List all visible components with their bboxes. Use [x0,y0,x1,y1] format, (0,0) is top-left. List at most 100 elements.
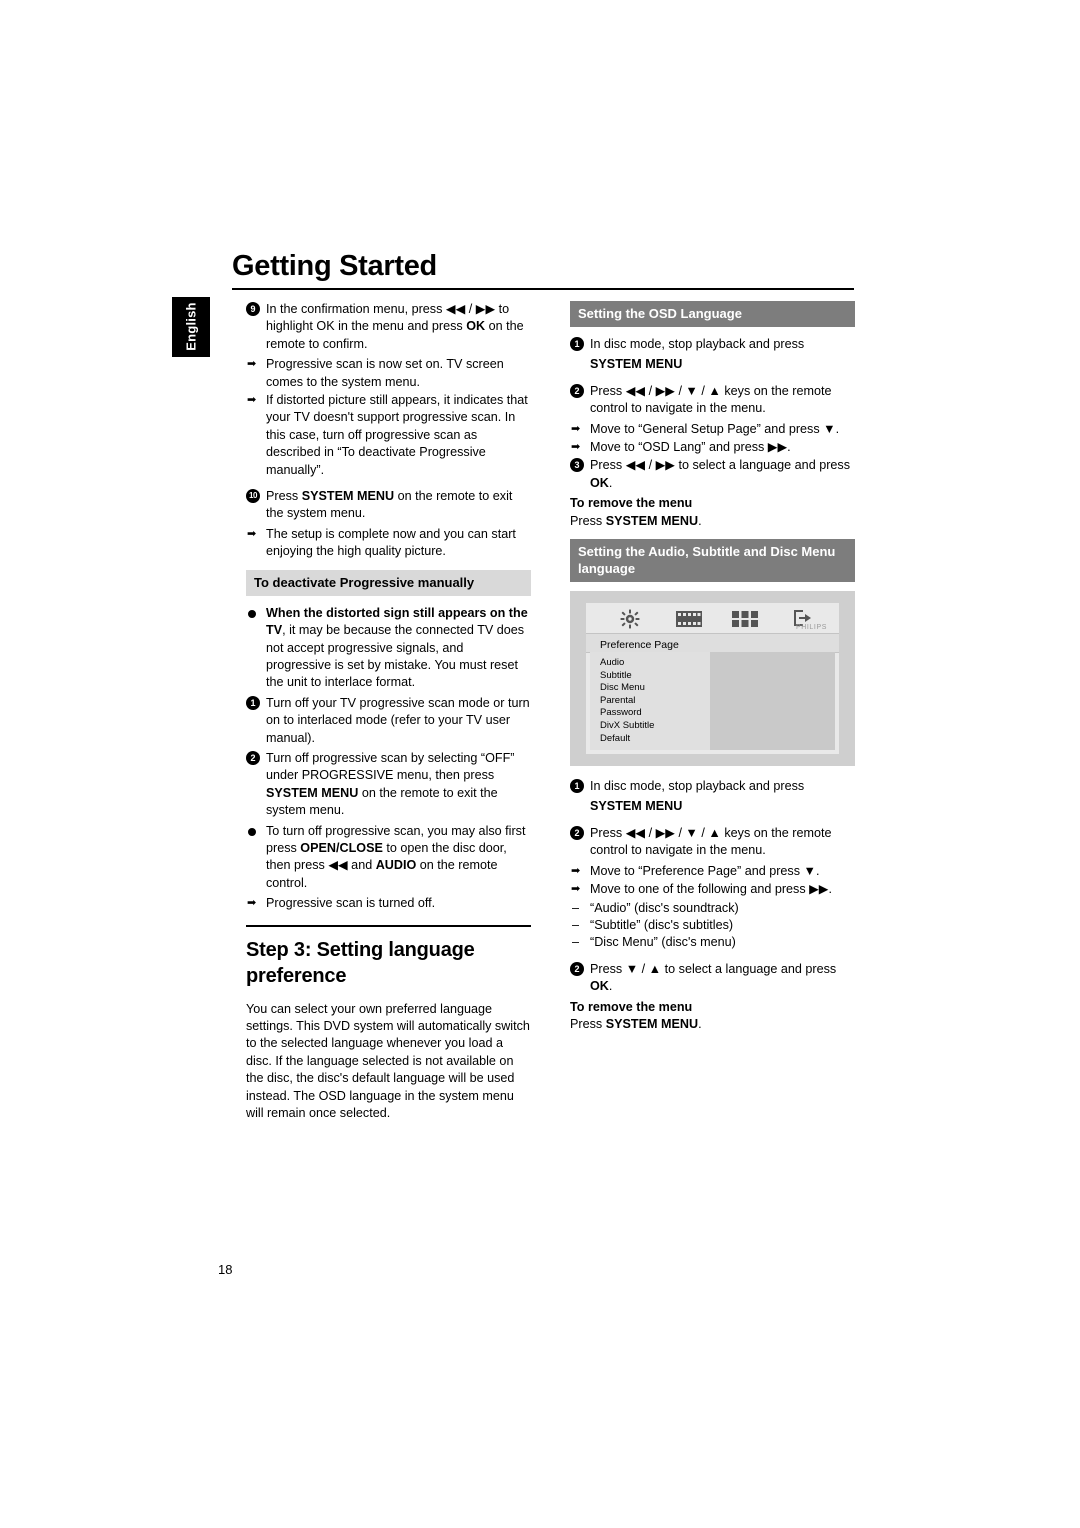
osd-note2-b: . [787,440,791,455]
arrow-icon: ➡ [247,897,257,910]
system-menu-key-label: SYSTEM MENU [301,489,395,504]
step-9-number: 9 [246,302,260,316]
audio-note1-b: . [815,863,820,878]
remove-menu-heading-2: To remove the menu [570,999,693,1014]
tv-icon-row: PHILIPS [598,609,829,631]
audio-option-1: – “Audio” (disc's soundtrack) [570,900,855,917]
step-9-note-1: ➡ Progressive scan is now set on. TV scr… [246,356,531,391]
distorted-sign-text: When the distorted sign still appears on… [266,605,531,692]
tv-menu-item[interactable]: Default [600,733,654,746]
tv-menu-item[interactable]: Audio [600,657,654,670]
step-10-note-1-text: The setup is complete now and you can st… [266,526,516,559]
remove-menu-2-b: . [698,1016,702,1031]
step3-divider [246,924,531,927]
audio-step-1-number: 1 [570,779,584,794]
audio-step-1: 1 In disc mode, stop playback and press [570,778,855,795]
osd-system-menu-label: SYSTEM MENU [590,357,683,372]
open-close-bullet: To turn off progressive scan, you may al… [246,823,531,893]
deactivate-step-2-text-a: Turn off progressive scan by selecting “… [266,750,515,783]
rewind-forward-icon: ◀◀ / ▶▶ [445,302,496,316]
open-close-note-text: Progressive scan is turned off. [266,896,436,911]
section-header-deactivate-progressive: To deactivate Progressive manually [246,569,531,596]
step-9: 9 In the confirmation menu, press ◀◀ / ▶… [246,301,531,353]
arrow-icon: ➡ [571,864,581,877]
osd-step-3-text-a: Press [590,458,626,473]
step-9-text-a: In the confirmation menu, press [266,302,446,316]
audio-step-3-text-a: Press [590,961,626,976]
section-header-osd-language: Setting the OSD Language [570,301,855,327]
osd-step-3: 3 Press ◀◀ / ▶▶ to select a language and… [570,457,855,492]
audio-option-3: – “Disc Menu” (disc's menu) [570,934,855,951]
audio-step-2-note-1-text: Move to “Preference Page” and press ▼. [590,863,855,880]
step-9-note-2-text: If distorted picture still appears, it i… [266,393,528,477]
audio-step-2-number: 2 [570,825,584,840]
osd-step-1-text: In disc mode, stop playback and press [590,337,805,351]
audio-system-menu-label: SYSTEM MENU [590,799,683,814]
film-strip-icon [676,611,702,632]
audio-option-1-text: “Audio” (disc's soundtrack) [590,900,739,915]
section-header-audio-subtitle-disc: Setting the Audio, Subtitle and Disc Men… [570,539,855,583]
deactivate-step-1: 1 Turn off your TV progressive scan mode… [246,695,531,747]
rewind-icon: ◀◀ [328,858,348,873]
tv-menu-item[interactable]: Parental [600,695,654,708]
step3-title: Step 3: Setting language preference [246,938,475,987]
step-9-text: In the confirmation menu, press ◀◀ / ▶▶ … [266,301,531,353]
osd-note1-a: Move to “General Setup Page” and press [590,421,824,436]
deactivate-step-2: 2 Turn off progressive scan by selecting… [246,750,531,820]
audio-step-3-text-b: to select a language and press [661,961,837,976]
arrow-icon: ➡ [247,394,257,407]
audio-note2-b: . [828,882,833,897]
audio-step-2-note-2-text: Move to one of the following and press ▶… [590,881,855,898]
tv-page-label-row: Preference Page [586,633,839,654]
open-close-text: To turn off progressive scan, you may al… [266,823,531,893]
step-10-block: 10 Press SYSTEM MENU on the remote to ex… [246,488,531,561]
osd-step-1: 1 In disc mode, stop playback and press [570,336,855,353]
tv-menu-item[interactable]: Password [600,707,654,720]
tv-menu-item[interactable]: Subtitle [600,670,654,683]
audio-option-2: – “Subtitle” (disc's subtitles) [570,917,855,934]
bullet-icon [248,827,256,836]
language-tab-label: English [183,302,199,351]
audio-option-2-text: “Subtitle” (disc's subtitles) [590,917,734,932]
forward-icon: ▶▶ [809,882,829,897]
tv-menu-item[interactable]: Disc Menu [600,682,654,695]
audio-step-2-note-1: ➡ Move to “Preference Page” and press ▼. [570,863,855,880]
tv-menu-item[interactable]: DivX Subtitle [600,720,654,733]
step3-body: You can select your own preferred langua… [246,1001,530,1121]
audio-step-1-text: In disc mode, stop playback and press [590,779,805,794]
open-close-key-label: OPEN/CLOSE [300,840,383,855]
audio-step-2-text: Press ◀◀ / ▶▶ / ▼ / ▲ keys on the remote… [590,825,855,860]
gear-setup-icon [620,609,640,634]
forward-icon: ▶▶ [767,440,788,455]
step-9-note-2: ➡ If distorted picture still appears, it… [246,392,531,479]
ok-key-label: OK [590,475,609,490]
osd-step-2-text-a: Press [590,383,626,398]
osd-step-2-note-1-text: Move to “General Setup Page” and press ▼… [590,421,855,438]
osd-note2-a: Move to “OSD Lang” and press [590,440,768,455]
step-9-block: 9 In the confirmation menu, press ◀◀ / ▶… [246,301,531,479]
osd-step-1-number: 1 [570,337,584,351]
distorted-sign-rest: , it may be because the connected TV doe… [266,623,525,690]
arrow-icon: ➡ [247,527,257,540]
step-10-note-1: ➡ The setup is complete now and you can … [246,526,531,561]
osd-step-2-number: 2 [570,383,584,398]
audio-step-2-note-2: ➡ Move to one of the following and press… [570,881,855,898]
audio-step-3-text: Press ▼ / ▲ to select a language and pre… [590,961,855,996]
tv-screen-inner: PHILIPS Preference Page Audio Subtitle D… [586,603,839,755]
audio-step-3-number: 2 [570,961,584,976]
deactivate-step-2-number: 2 [246,750,260,765]
dash-icon: – [572,900,580,915]
open-close-note: ➡ Progressive scan is turned off. [246,895,531,912]
arrow-icon: ➡ [247,358,257,371]
audio-note1-a: Move to “Preference Page” and press [590,863,804,878]
system-menu-key-label: SYSTEM MENU [266,785,359,800]
audio-step-3: 2 Press ▼ / ▲ to select a language and p… [570,961,855,996]
osd-step-2-text: Press ◀◀ / ▶▶ / ▼ / ▲ keys on the remote… [590,383,855,418]
title-divider [232,288,854,290]
tv-menu-list: Audio Subtitle Disc Menu Parental Passwo… [600,657,654,745]
page-number: 18 [218,1262,233,1277]
up-down-keys-icon: ▼ / ▲ [625,961,662,976]
audio-step-2: 2 Press ◀◀ / ▶▶ / ▼ / ▲ keys on the remo… [570,825,855,860]
step-10-text: Press SYSTEM MENU on the remote to exit … [266,488,531,523]
dash-icon: – [572,917,580,932]
